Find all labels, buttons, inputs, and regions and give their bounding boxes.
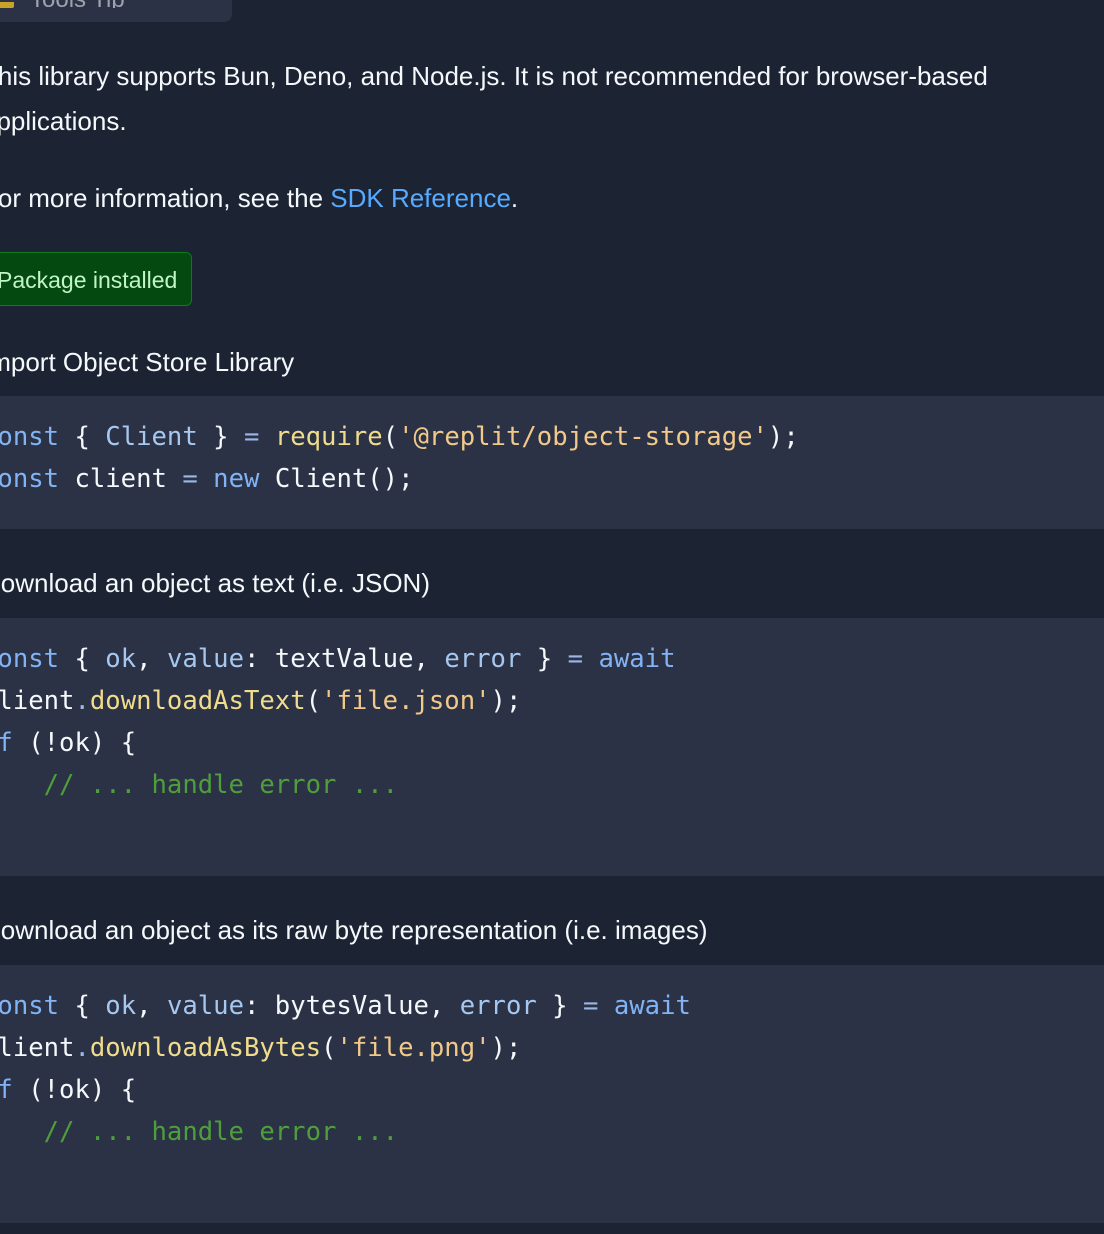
code-token: ( — [321, 1033, 337, 1063]
tools-icon — [0, 2, 14, 8]
code-token: error — [444, 644, 522, 674]
code-line: const { ok, value: textValue, error } = … — [0, 638, 1104, 680]
code-token: } — [521, 644, 568, 674]
code-token: new — [213, 464, 260, 494]
code-token: // ... handle error ... — [43, 770, 399, 800]
code-block-download-bytes[interactable]: const { ok, value: bytesValue, error } =… — [0, 965, 1104, 1223]
sdk-reference-link[interactable]: SDK Reference — [330, 183, 511, 213]
code-token: ok — [105, 991, 137, 1021]
code-token: ); — [767, 422, 799, 452]
code-token: } — [197, 422, 244, 452]
code-token: Client — [105, 422, 198, 452]
code-token: downloadAsBytes — [89, 1033, 322, 1063]
code-token: } — [536, 991, 583, 1021]
code-token: if — [0, 728, 13, 758]
code-line: if (!ok) { — [0, 722, 1104, 764]
code-line: const { Client } = require('@replit/obje… — [0, 416, 1104, 458]
code-token: (!ok) { — [12, 728, 137, 758]
code-token: require — [274, 422, 383, 452]
code-token: error — [459, 991, 537, 1021]
reference-prefix: For more information, see the — [0, 183, 331, 213]
code-token: 'file.json' — [321, 686, 491, 716]
code-token: = — [243, 422, 260, 452]
code-block-import[interactable]: const { Client } = require('@replit/obje… — [0, 396, 1104, 529]
reference-suffix: . — [510, 183, 519, 213]
code-token: const — [0, 422, 60, 452]
code-token: // ... handle error ... — [43, 1117, 399, 1147]
code-line: client.downloadAsText('file.json'); — [0, 680, 1104, 722]
code-line: // ... handle error ... — [0, 1111, 1104, 1153]
docs-viewport: Tools Tip This library supports Bun, Den… — [0, 0, 1104, 1234]
intro-line-1: This library supports Bun, Deno, and Nod… — [0, 61, 988, 91]
code-token: = — [567, 644, 584, 674]
code-token: = — [583, 991, 599, 1021]
code-token: client — [0, 1033, 75, 1063]
package-installed-label: Package installed — [0, 267, 178, 293]
code-token: ok — [105, 644, 137, 674]
code-token: value — [166, 991, 244, 1021]
code-token: value — [166, 644, 244, 674]
code-token: Client(); — [259, 464, 414, 494]
reference-paragraph: For more information, see the SDK Refere… — [0, 176, 518, 221]
code-token: (!ok) { — [12, 1075, 137, 1105]
code-token: if — [0, 1075, 13, 1105]
code-token: : bytesValue, — [243, 991, 460, 1021]
code-token: await — [613, 991, 691, 1021]
code-line: const { ok, value: bytesValue, error } =… — [0, 985, 1104, 1027]
code-token: , — [136, 991, 167, 1021]
code-token: const — [0, 464, 60, 494]
section-title-download-text: Download an object as text (i.e. JSON) — [0, 568, 430, 598]
code-token: 'file.png' — [336, 1033, 491, 1063]
tools-tip-label: Tools Tip — [30, 0, 125, 8]
code-token: { — [59, 991, 106, 1021]
code-token: const — [0, 644, 60, 674]
code-token: , — [136, 644, 167, 674]
code-line: if (!ok) { — [0, 1069, 1104, 1111]
code-line: // ... handle error ... — [0, 764, 1104, 806]
intro-line-2: applications. — [0, 106, 127, 136]
code-token: : textValue, — [243, 644, 445, 674]
package-installed-badge: Package installed — [0, 252, 192, 306]
code-token: const — [0, 991, 60, 1021]
code-token: ); — [490, 686, 522, 716]
section-title-import: Import Object Store Library — [0, 347, 295, 377]
code-token: await — [598, 644, 676, 674]
tools-tip-tab[interactable]: Tools Tip — [0, 0, 232, 22]
code-line: client.downloadAsBytes('file.png'); — [0, 1027, 1104, 1069]
code-token: . — [74, 686, 90, 716]
code-token: ( — [305, 686, 322, 716]
code-token: '@replit/object-storage' — [398, 422, 768, 452]
code-token: client — [0, 686, 75, 716]
code-token: ( — [382, 422, 399, 452]
code-token: downloadAsText — [89, 686, 306, 716]
code-block-download-text[interactable]: const { ok, value: textValue, error } = … — [0, 618, 1104, 876]
section-title-download-bytes: Download an object as its raw byte repre… — [0, 915, 708, 945]
code-line: const client = new Client(); — [0, 458, 1104, 500]
code-token: { — [59, 422, 106, 452]
code-line: } — [0, 806, 1104, 848]
code-line: } — [0, 1153, 1104, 1195]
code-token: ); — [490, 1033, 522, 1063]
code-token: client — [59, 464, 183, 494]
code-token: = — [182, 464, 198, 494]
code-token: { — [59, 644, 106, 674]
code-token: . — [74, 1033, 90, 1063]
